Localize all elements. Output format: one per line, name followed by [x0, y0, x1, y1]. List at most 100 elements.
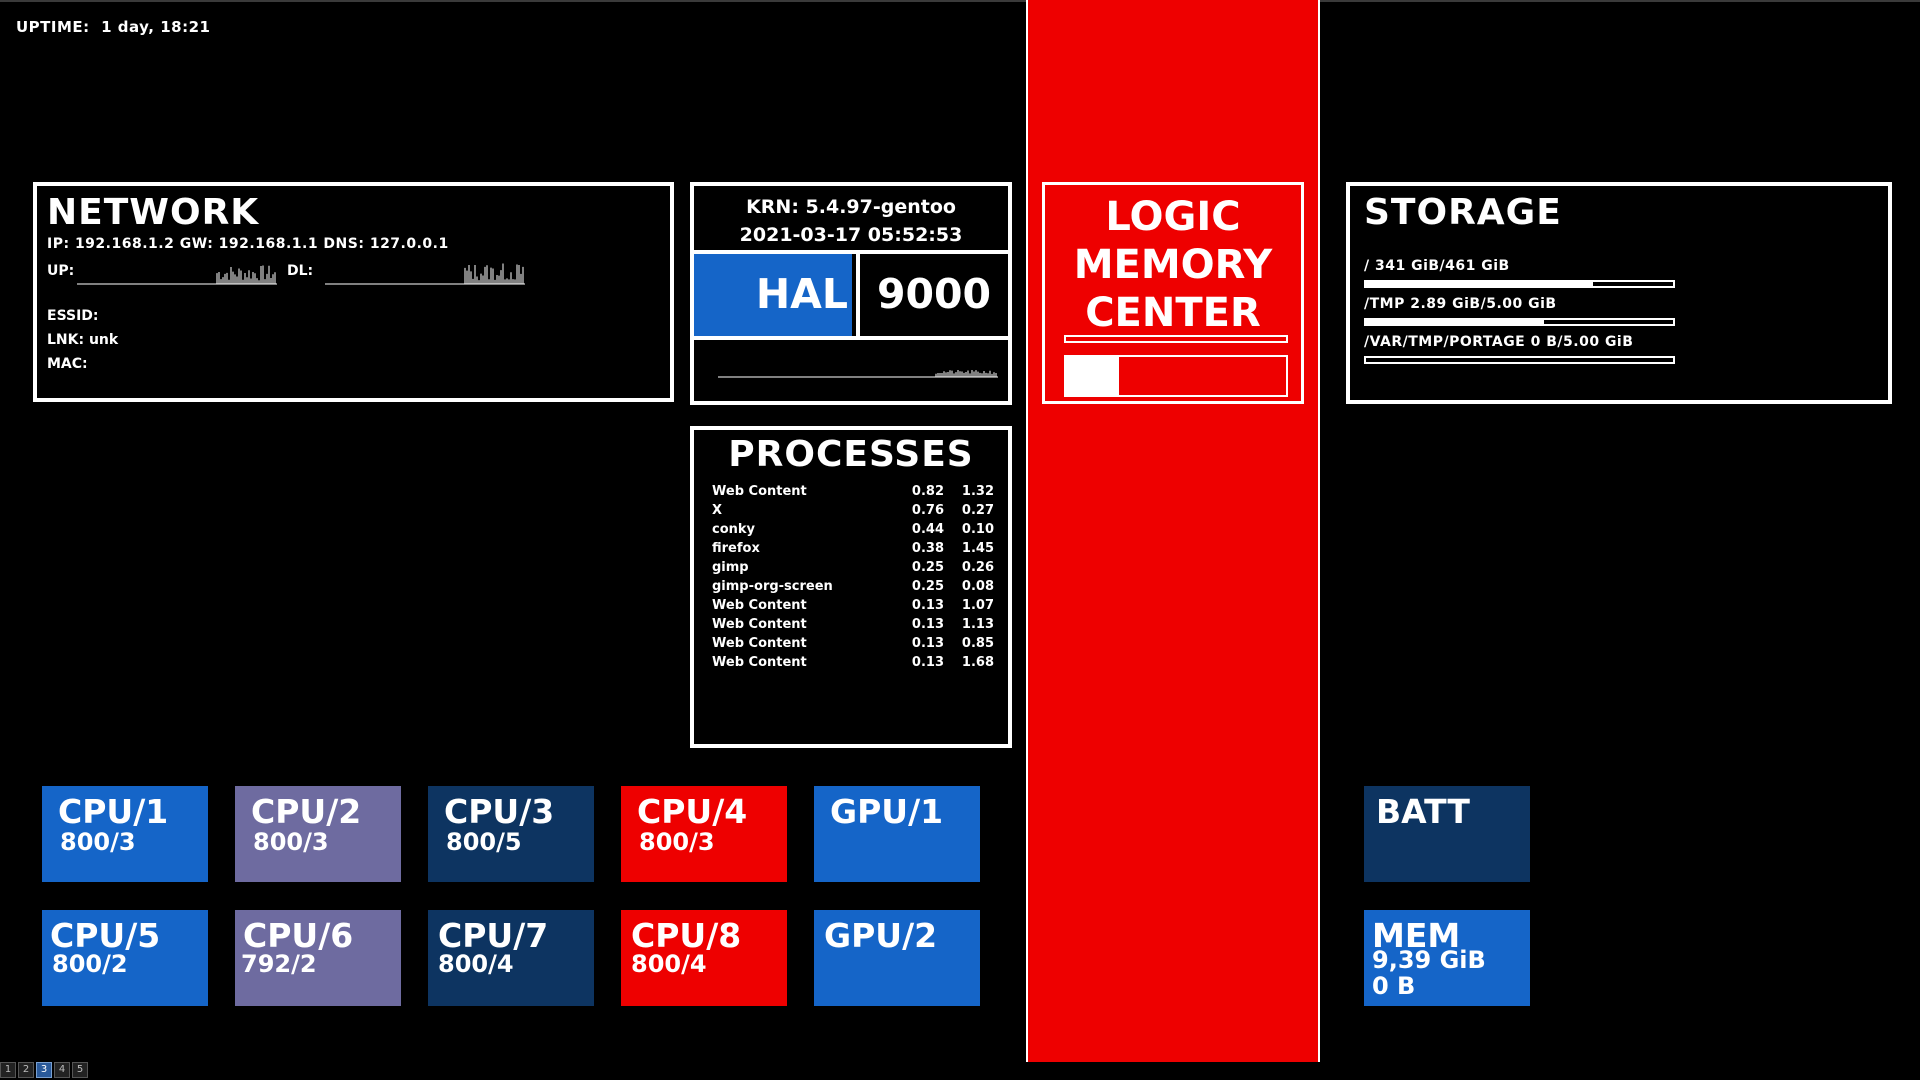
logic-memory-title-line: CENTER — [1085, 290, 1261, 336]
storage-mount-text: /VAR/TMP/PORTAGE 0 B/5.00 GiB — [1364, 334, 1634, 350]
kernel-panel: KRN: 5.4.97-gentoo 2021-03-17 05:52:53 H… — [690, 182, 1012, 405]
kernel-version: KRN: 5.4.97-gentoo — [746, 196, 956, 218]
tile-value: 800/3 — [639, 828, 715, 856]
process-name: Web Content — [712, 484, 807, 499]
download-graph — [325, 263, 525, 285]
workspace-button-1[interactable]: 1 — [0, 1062, 16, 1078]
logic-memory-column: LOGIC MEMORY CENTER — [1026, 0, 1320, 1062]
processes-title: PROCESSES — [728, 434, 974, 475]
uptime-readout: UPTIME: 1 day, 18:21 — [16, 18, 210, 36]
network-ip-line: IP: 192.168.1.2 GW: 192.168.1.1 DNS: 127… — [47, 236, 449, 252]
usage-bar-fill — [1366, 320, 1545, 324]
hal-label: HAL — [694, 254, 852, 336]
process-row: gimp-org-screen 0.25 0.08 — [712, 579, 994, 598]
cpu5-tile: CPU/5 800/2 — [42, 910, 208, 1006]
process-list: Web Content 0.82 1.32 X 0.76 0.27 conky 0.44 0.1… — [712, 484, 994, 674]
process-mem: 0.85 — [961, 636, 994, 651]
process-row: Web Content 0.13 1.68 — [712, 655, 994, 674]
storage-row: /VAR/TMP/PORTAGE 0 B/5.00 GiB — [1364, 334, 1675, 364]
logic-memory-bar — [1064, 335, 1288, 343]
process-row: gimp 0.25 0.26 — [712, 560, 994, 579]
uptime-label: UPTIME: — [16, 18, 90, 36]
workspace-button-4[interactable]: 4 — [54, 1062, 70, 1078]
link-label: LNK: unk — [47, 332, 119, 348]
tile-value: 792/2 — [241, 950, 317, 978]
tile-value: 800/3 — [253, 828, 329, 856]
cpu8-tile: CPU/8 800/4 — [621, 910, 787, 1006]
tile-name: CPU/3 — [444, 792, 555, 831]
process-name: gimp — [712, 560, 749, 575]
process-mem: 0.10 — [961, 522, 994, 537]
process-row: Web Content 0.13 0.85 — [712, 636, 994, 655]
download-label: DL: — [287, 263, 314, 279]
process-mem: 0.26 — [961, 560, 994, 575]
logic-memory-title: LOGIC MEMORY CENTER — [1045, 193, 1301, 337]
gpu1-tile: GPU/1 — [814, 786, 980, 882]
process-mem: 1.68 — [961, 655, 994, 670]
tile-name: CPU/1 — [58, 792, 169, 831]
process-cpu: 0.76 — [911, 503, 944, 518]
storage-row: / 341 GiB/461 GiB — [1364, 258, 1675, 288]
workspace-switcher: 12345 — [0, 1062, 90, 1078]
process-row: firefox 0.38 1.45 — [712, 541, 994, 560]
process-mem: 1.13 — [961, 617, 994, 632]
storage-usage-bar — [1364, 280, 1675, 288]
process-cpu: 0.82 — [911, 484, 944, 499]
tile-value: 800/2 — [52, 950, 128, 978]
logic-memory-usage-bar — [1064, 355, 1288, 397]
process-name: firefox — [712, 541, 760, 556]
logic-memory-title-line: MEMORY — [1073, 242, 1273, 288]
process-name: X — [712, 503, 723, 518]
network-panel: NETWORK IP: 192.168.1.2 GW: 192.168.1.1 … — [33, 182, 674, 402]
tile-value: 800/3 — [60, 828, 136, 856]
battery-tile: BATT — [1364, 786, 1530, 882]
system-graph — [718, 370, 998, 378]
process-row: Web Content 0.82 1.32 — [712, 484, 994, 503]
storage-usage-bar — [1364, 318, 1675, 326]
cpu6-tile: CPU/6 792/2 — [235, 910, 401, 1006]
tile-value: 800/4 — [631, 950, 707, 978]
process-mem: 1.45 — [961, 541, 994, 556]
process-cpu: 0.13 — [911, 598, 944, 613]
process-mem: 1.32 — [961, 484, 994, 499]
logic-memory-panel: LOGIC MEMORY CENTER — [1042, 182, 1304, 404]
storage-panel: STORAGE / 341 GiB/461 GiB /TMP 2.89 GiB/… — [1346, 182, 1892, 404]
mac-label: MAC: — [47, 356, 88, 372]
process-cpu: 0.13 — [911, 636, 944, 651]
usage-bar-fill — [1066, 357, 1119, 395]
process-cpu: 0.13 — [911, 655, 944, 670]
workspace-button-5[interactable]: 5 — [72, 1062, 88, 1078]
process-name: Web Content — [712, 655, 807, 670]
process-name: Web Content — [712, 636, 807, 651]
process-name: Web Content — [712, 598, 807, 613]
tile-value-secondary: 0 B — [1372, 972, 1416, 1000]
date-time: 2021-03-17 05:52:53 — [739, 224, 963, 246]
upload-label: UP: — [47, 263, 75, 279]
top-border — [0, 0, 1920, 2]
tile-value: 9,39 GiB — [1372, 946, 1486, 974]
tile-name: CPU/4 — [637, 792, 748, 831]
cpu2-tile: CPU/2 800/3 — [235, 786, 401, 882]
process-row: Web Content 0.13 1.07 — [712, 598, 994, 617]
storage-mount-text: /TMP 2.89 GiB/5.00 GiB — [1364, 296, 1557, 312]
hal-number: 9000 — [856, 254, 1008, 336]
memory-tile: MEM 9,39 GiB 0 B — [1364, 910, 1530, 1006]
storage-mount-text: / 341 GiB/461 GiB — [1364, 258, 1510, 274]
process-cpu: 0.25 — [911, 560, 944, 575]
usage-bar-fill — [1366, 282, 1594, 286]
storage-row: /TMP 2.89 GiB/5.00 GiB — [1364, 296, 1675, 326]
tile-name: CPU/2 — [251, 792, 362, 831]
tile-value: 800/5 — [446, 828, 522, 856]
divider — [694, 336, 1008, 340]
tile-name: BATT — [1376, 792, 1470, 831]
workspace-button-2[interactable]: 2 — [18, 1062, 34, 1078]
workspace-button-3[interactable]: 3 — [36, 1062, 52, 1078]
process-row: X 0.76 0.27 — [712, 503, 994, 522]
process-name: conky — [712, 522, 756, 537]
tile-name: GPU/2 — [824, 916, 938, 955]
upload-graph — [77, 265, 277, 285]
cpu4-tile: CPU/4 800/3 — [621, 786, 787, 882]
network-title: NETWORK — [47, 192, 260, 233]
process-cpu: 0.38 — [911, 541, 944, 556]
process-mem: 0.27 — [961, 503, 994, 518]
